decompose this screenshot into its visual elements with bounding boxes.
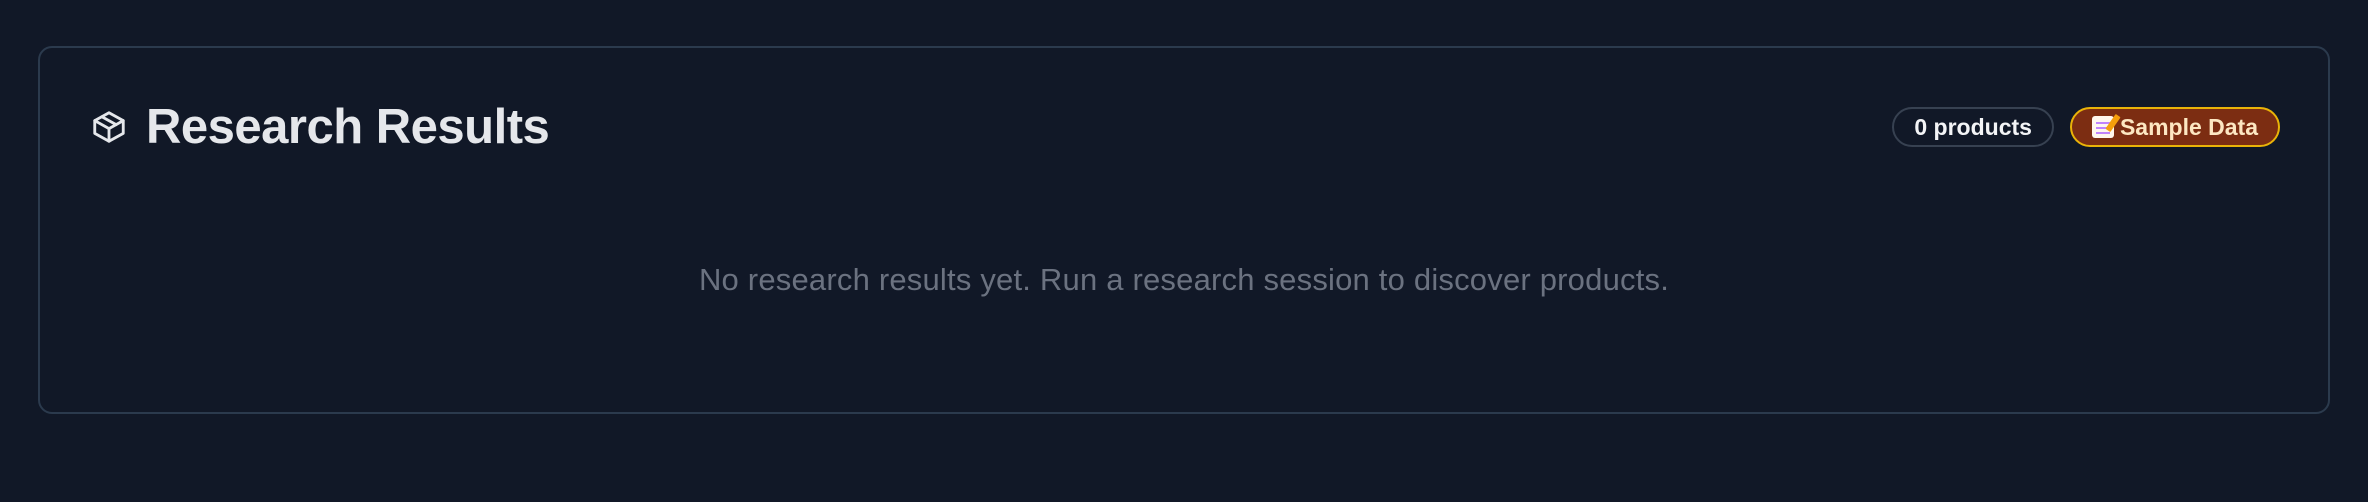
sample-data-badge: Sample Data [2069,107,2280,147]
header-badges: 0 products Sample Data [1892,107,2280,147]
research-results-card: Research Results 0 products Sample Data … [38,46,2330,414]
product-count-badge: 0 products [1892,107,2054,147]
title-group: Research Results [90,99,550,154]
memo-icon [2091,116,2114,138]
card-header: Research Results 0 products Sample Data [90,92,2280,162]
sample-data-label: Sample Data [2119,113,2258,140]
empty-state-message: No research results yet. Run a research … [698,262,1670,297]
page-title: Research Results [146,99,550,154]
package-icon [90,108,128,146]
